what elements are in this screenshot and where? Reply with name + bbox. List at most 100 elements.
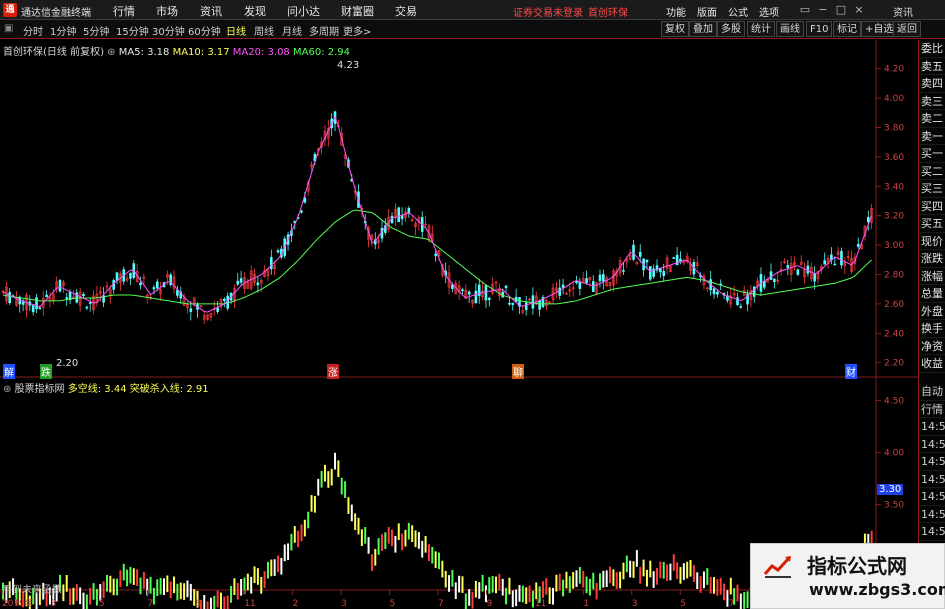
menu-layout[interactable]: 版面 — [697, 4, 717, 19]
tab-more[interactable]: 更多> — [343, 23, 371, 38]
event-marker-finance[interactable]: 财 — [845, 364, 857, 379]
side-tick-4[interactable]: 14:50 — [919, 453, 945, 471]
side-tab-17[interactable]: 净资 — [919, 338, 945, 355]
candle-body — [662, 271, 666, 276]
side-tick-3[interactable]: 14:50 — [919, 436, 945, 453]
toolbar-toggle-icon[interactable]: ▣ — [4, 23, 13, 34]
candle-body — [88, 302, 92, 304]
time-label: 3 — [341, 599, 347, 609]
side-tab-12[interactable]: 涨跌 — [919, 250, 945, 268]
menu-wealth[interactable]: 财富圈 — [341, 3, 374, 19]
event-marker-rise[interactable]: 涨 — [327, 364, 339, 379]
tab-monthly[interactable]: 月线 — [282, 23, 302, 38]
minimize-icon[interactable]: − — [815, 2, 831, 17]
tab-1min[interactable]: 1分钟 — [50, 23, 76, 38]
menu-info[interactable]: 资讯 — [893, 4, 913, 19]
candle-body — [840, 250, 843, 266]
maximize-icon[interactable]: □ — [833, 2, 849, 17]
candle-body — [155, 281, 159, 289]
ma10-value: MA10: 3.17 — [172, 47, 230, 58]
side-tick-5[interactable]: 14:50 — [919, 471, 945, 488]
back-button[interactable]: 返回 — [893, 21, 921, 37]
trade-login-warning[interactable]: 证券交易未登录 — [513, 4, 583, 19]
candle-body — [484, 285, 488, 301]
menu-options[interactable]: 选项 — [759, 4, 779, 19]
candle-body — [645, 259, 649, 263]
time-label: 9 — [196, 599, 202, 609]
side-tab-10[interactable]: 买五 — [919, 215, 945, 233]
tab-5min[interactable]: 5分钟 — [83, 23, 109, 38]
event-marker-fall[interactable]: 跌 — [40, 364, 52, 379]
add-watchlist-button[interactable]: +自选 — [861, 21, 898, 37]
side-tab-9[interactable]: 买四 — [919, 198, 945, 215]
menu-trade[interactable]: 交易 — [395, 3, 417, 19]
side-tick-6[interactable]: 14:50 — [919, 488, 945, 506]
statistics-button[interactable]: 统计 — [747, 21, 775, 37]
adjust-button[interactable]: 复权 — [661, 21, 689, 37]
low-price-label: 2.20 — [56, 358, 79, 369]
axis-label: 3.80 — [884, 123, 904, 133]
side-tab-14[interactable]: 总量 — [919, 285, 945, 303]
candle-body — [129, 272, 132, 279]
side-tick-8[interactable]: 14:50 — [919, 523, 945, 541]
side-tab-6[interactable]: 买一 — [919, 145, 945, 163]
side-tab-16[interactable]: 换手 — [919, 320, 945, 338]
tab-weekly[interactable]: 周线 — [254, 23, 274, 38]
tab-30min[interactable]: 30分钟 — [152, 23, 185, 38]
tab-15min[interactable]: 15分钟 — [116, 23, 149, 38]
side-tab-1[interactable]: 卖五 — [919, 58, 945, 75]
menu-function[interactable]: 功能 — [666, 4, 686, 19]
f10-button[interactable]: F10 — [806, 21, 833, 37]
side-tab-8[interactable]: 买三 — [919, 180, 945, 198]
side-tab-7[interactable]: 买二 — [919, 163, 945, 180]
side-tab-2[interactable]: 卖四 — [919, 75, 945, 93]
side-tick-7[interactable]: 14:50 — [919, 506, 945, 523]
menu-news[interactable]: 资讯 — [200, 3, 222, 19]
tab-multi-period[interactable]: 多周期 — [309, 23, 339, 38]
axis-label: 2.40 — [884, 329, 904, 339]
tab-60min[interactable]: 60分钟 — [188, 23, 221, 38]
sub-settings-icon[interactable]: ⊛ — [3, 384, 15, 395]
axis-label: 3.40 — [884, 182, 904, 192]
settings-icon[interactable]: ⊛ — [107, 47, 119, 58]
kline-chart-area[interactable]: 4.20 4.00 3.80 3.60 3.40 3.20 3.00 2.80 2.60 2.40… — [0, 40, 918, 609]
side-tab-15[interactable]: 外盘 — [919, 303, 945, 320]
candle-body — [270, 257, 273, 270]
side-tab-11[interactable]: 现价 — [919, 233, 945, 250]
side-tab-0[interactable]: 委比 — [919, 40, 945, 58]
menu-market[interactable]: 市场 — [156, 3, 178, 19]
side-tab-4[interactable]: 卖二 — [919, 110, 945, 128]
stock-title[interactable]: 首创环保(日线 前复权) — [3, 47, 104, 58]
tab-daily[interactable]: 日线 — [226, 23, 246, 38]
side-tab-3[interactable]: 卖三 — [919, 93, 945, 110]
tab-intraday[interactable]: 分时 — [23, 23, 43, 38]
menu-formula[interactable]: 公式 — [728, 4, 748, 19]
side-tab-18[interactable]: 收益 — [919, 355, 945, 373]
multi-stock-button[interactable]: 多股 — [717, 21, 745, 37]
mark-button[interactable]: 标记 — [833, 21, 861, 37]
side-tick-2[interactable]: 14:50 — [919, 418, 945, 436]
event-marker-unlock[interactable]: 解 — [3, 364, 15, 379]
time-label: 5 — [680, 599, 686, 609]
indicator-title[interactable]: 股票指标网 — [15, 384, 65, 395]
side-tick-1[interactable]: 行情 — [919, 401, 945, 418]
candle-body — [558, 287, 562, 296]
app-title: 通达信金融终端 — [21, 8, 91, 19]
event-marker-news[interactable]: 聊 — [512, 364, 524, 379]
side-tab-5[interactable]: 卖一 — [919, 128, 945, 145]
candle-body — [35, 297, 38, 310]
candle-body — [622, 270, 625, 272]
overlay-button[interactable]: 叠加 — [689, 21, 717, 37]
quote-side-panel: 委比 卖五 卖四 卖三 卖二 卖一 买一 买二 买三 买四 买五 现价 涨跌 涨幅 总量 外盘 换手 净资 收益 自… — [918, 40, 945, 609]
time-label: 2 — [293, 599, 299, 609]
candle-body — [712, 288, 716, 295]
side-tab-13[interactable]: 涨幅 — [919, 268, 945, 285]
menu-discover[interactable]: 发现 — [244, 3, 266, 19]
menu-ask[interactable]: 问小达 — [287, 3, 320, 19]
candle-body — [461, 289, 464, 292]
menu-quotes[interactable]: 行情 — [113, 3, 135, 19]
skin-icon[interactable]: ▭ — [797, 2, 813, 17]
draw-line-button[interactable]: 画线 — [776, 21, 804, 37]
close-icon[interactable]: × — [851, 2, 867, 17]
side-tick-0[interactable]: 自动 — [919, 383, 945, 401]
